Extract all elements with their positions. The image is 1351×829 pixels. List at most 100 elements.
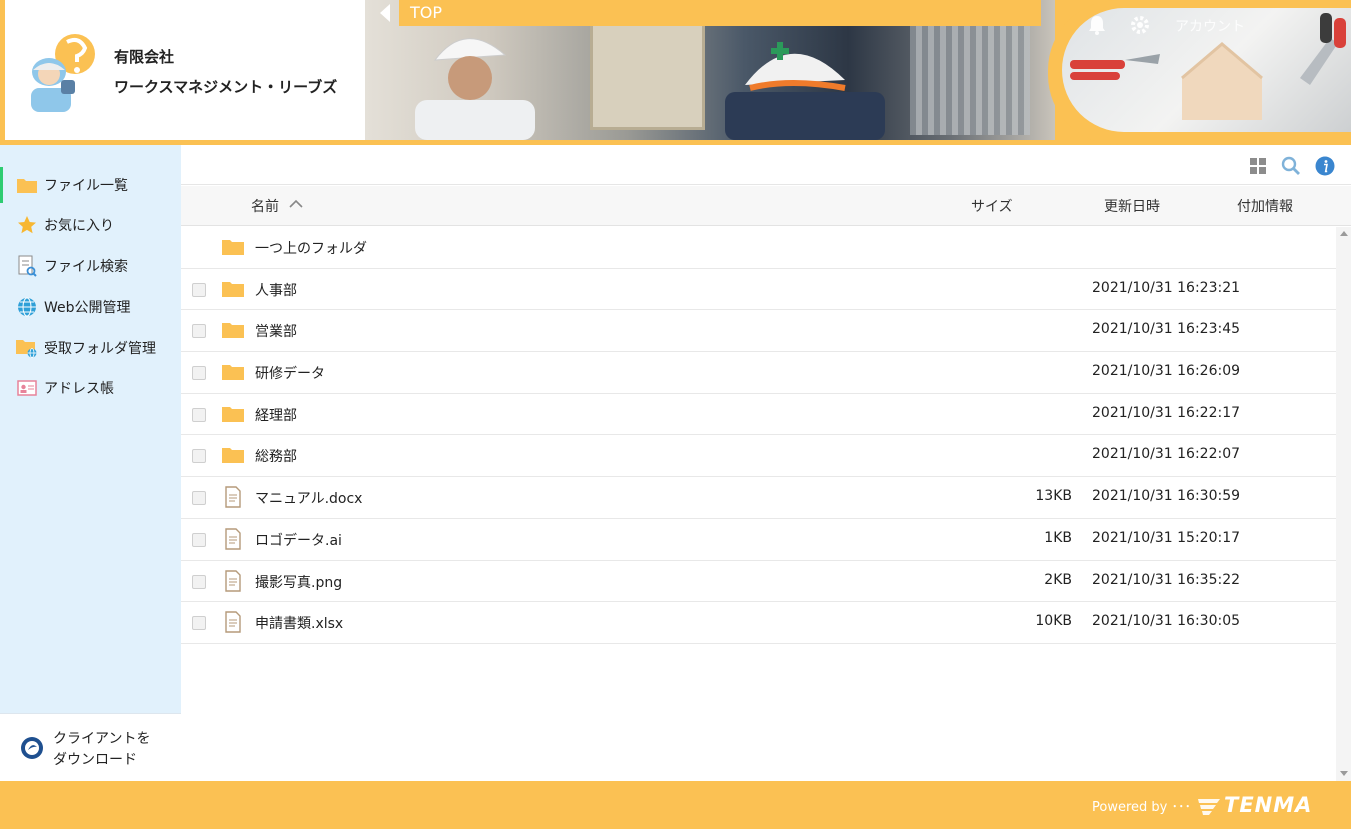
file-name: 営業部 bbox=[255, 324, 297, 341]
table-row[interactable]: 経理部 2021/10/31 16:22:17 bbox=[181, 393, 1336, 436]
document-icon bbox=[225, 611, 241, 633]
row-checkbox[interactable] bbox=[192, 449, 206, 464]
file-modified-date: 2021/10/31 16:30:05 bbox=[1092, 613, 1241, 630]
address-book-icon bbox=[16, 377, 38, 399]
sidebar-item-label: アドレス帳 bbox=[44, 381, 114, 397]
file-name: マニュアル.docx bbox=[255, 491, 363, 508]
sidebar-item-file-search[interactable]: ファイル検索 bbox=[0, 248, 181, 284]
sidebar-item-label: お気に入り bbox=[44, 218, 114, 234]
sidebar-item-label: Web公開管理 bbox=[44, 300, 131, 316]
file-modified-date: 2021/10/31 16:22:07 bbox=[1092, 446, 1241, 463]
tenma-brand: TENMA bbox=[1224, 793, 1313, 817]
file-table-header: 名前 サイズ 更新日時 付加情報 bbox=[181, 186, 1351, 226]
globe-icon bbox=[16, 296, 38, 318]
breaker-panel-photo bbox=[590, 20, 705, 130]
company-logo-area: 有限会社 ワークスマネジメント・リーブズ bbox=[5, 0, 365, 140]
account-menu-label[interactable]: アカウント bbox=[1175, 16, 1245, 36]
grid-view-icon[interactable] bbox=[1248, 156, 1268, 176]
row-checkbox[interactable] bbox=[192, 366, 206, 381]
table-row[interactable]: マニュアル.docx 13KB 2021/10/31 16:30:59 bbox=[181, 477, 1336, 519]
row-checkbox[interactable] bbox=[192, 282, 206, 297]
scroll-down-arrow-icon[interactable] bbox=[1340, 771, 1348, 776]
electrician-photo-icon bbox=[415, 38, 535, 140]
table-row[interactable]: 総務部 2021/10/31 16:22:07 bbox=[181, 435, 1336, 478]
file-name: 経理部 bbox=[255, 407, 297, 424]
electrician-helmet-photo-icon bbox=[725, 42, 885, 140]
worker-mascot-icon bbox=[31, 34, 95, 112]
file-search-icon bbox=[16, 255, 38, 277]
sidebar-item-label: ファイル一覧 bbox=[44, 178, 128, 194]
footer: Powered by ･･･ TENMA bbox=[0, 781, 1351, 829]
sidebar-item-address-book[interactable]: アドレス帳 bbox=[0, 370, 181, 406]
folder-icon bbox=[222, 448, 244, 464]
file-modified-date: 2021/10/31 16:35:22 bbox=[1092, 571, 1241, 588]
column-extra-header[interactable]: 付加情報 bbox=[1237, 196, 1293, 216]
sidebar-item-web-publish[interactable]: Web公開管理 bbox=[0, 289, 181, 325]
column-size-header[interactable]: サイズ bbox=[971, 196, 1013, 216]
file-size: 2KB bbox=[1044, 571, 1072, 588]
table-row-parent-folder[interactable]: 一つ上のフォルダ bbox=[181, 227, 1336, 269]
folder-icon bbox=[222, 365, 244, 381]
sidebar: ファイル一覧 お気に入り ファイル検索 Web公開管理 受取フォルダ管理 アドレ… bbox=[0, 145, 181, 781]
document-icon bbox=[225, 528, 241, 550]
bell-icon[interactable] bbox=[1086, 14, 1108, 36]
gear-icon[interactable] bbox=[1129, 14, 1151, 36]
table-row[interactable]: 撮影写真.png 2KB 2021/10/31 16:35:22 bbox=[181, 560, 1336, 603]
folder-icon bbox=[222, 240, 244, 255]
file-size: 13KB bbox=[1035, 488, 1072, 505]
search-icon[interactable] bbox=[1281, 156, 1301, 176]
scroll-up-arrow-icon[interactable] bbox=[1340, 231, 1348, 236]
row-checkbox[interactable] bbox=[192, 574, 206, 589]
file-modified-date: 2021/10/31 16:23:45 bbox=[1092, 321, 1241, 338]
row-checkbox[interactable] bbox=[192, 324, 206, 339]
table-row[interactable]: 人事部 2021/10/31 16:23:21 bbox=[181, 268, 1336, 311]
file-name: 撮影写真.png bbox=[255, 574, 343, 591]
client-download-label-line2: ダウンロード bbox=[53, 752, 137, 768]
client-download-button[interactable]: クライアントを ダウンロード bbox=[0, 713, 181, 781]
table-row[interactable]: ロゴデータ.ai 1KB 2021/10/31 15:20:17 bbox=[181, 518, 1336, 561]
company-name: ワークスマネジメント・リーブズ bbox=[114, 78, 338, 96]
column-modified-header[interactable]: 更新日時 bbox=[1104, 196, 1160, 216]
row-checkbox[interactable] bbox=[192, 491, 206, 506]
row-checkbox[interactable] bbox=[192, 407, 206, 422]
folder-icon bbox=[16, 174, 38, 196]
breadcrumb-top-link[interactable]: TOP bbox=[410, 3, 442, 22]
file-modified-date: 2021/10/31 16:22:17 bbox=[1092, 404, 1241, 421]
star-icon bbox=[16, 214, 38, 236]
breadcrumb-bar bbox=[399, 0, 1041, 26]
breadcrumb-back-icon[interactable] bbox=[380, 4, 390, 22]
sidebar-item-receive-folder[interactable]: 受取フォルダ管理 bbox=[0, 330, 181, 366]
row-checkbox[interactable] bbox=[192, 532, 206, 547]
cutter-photo-icon bbox=[1300, 13, 1346, 85]
header: 有限会社 ワークスマネジメント・リーブズ TOP アカウント bbox=[0, 0, 1351, 145]
sidebar-item-favorites[interactable]: お気に入り bbox=[0, 207, 181, 243]
file-modified-date: 2021/10/31 15:20:17 bbox=[1092, 529, 1241, 546]
sort-ascending-icon[interactable] bbox=[289, 199, 303, 209]
pliers-photo-icon bbox=[1070, 54, 1160, 80]
wooden-house-photo-icon bbox=[1181, 42, 1263, 120]
folder-icon bbox=[222, 406, 244, 422]
file-modified-date: 2021/10/31 16:23:21 bbox=[1092, 279, 1241, 296]
table-row[interactable]: 申請書類.xlsx 10KB 2021/10/31 16:30:05 bbox=[181, 602, 1336, 644]
file-table-body: 一つ上のフォルダ 人事部 2021/10/31 16:23:21 営業部 202… bbox=[181, 227, 1336, 644]
column-name-header[interactable]: 名前 bbox=[251, 196, 279, 216]
document-icon bbox=[225, 569, 241, 592]
sidebar-item-label: 受取フォルダ管理 bbox=[44, 341, 156, 357]
file-size: 10KB bbox=[1035, 613, 1072, 630]
file-name: 人事部 bbox=[255, 282, 297, 299]
sidebar-item-file-list[interactable]: ファイル一覧 bbox=[0, 167, 181, 203]
file-name: ロゴデータ.ai bbox=[255, 532, 342, 549]
document-icon bbox=[225, 486, 241, 508]
table-row[interactable]: 営業部 2021/10/31 16:23:45 bbox=[181, 310, 1336, 353]
file-list-scrollbar[interactable] bbox=[1336, 227, 1351, 781]
folder-icon bbox=[222, 323, 244, 339]
main-toolbar bbox=[181, 145, 1351, 185]
table-row[interactable]: 研修データ 2021/10/31 16:26:09 bbox=[181, 352, 1336, 394]
sidebar-item-label: ファイル検索 bbox=[44, 259, 128, 275]
info-icon[interactable] bbox=[1315, 156, 1335, 176]
file-modified-date: 2021/10/31 16:26:09 bbox=[1092, 363, 1241, 380]
company-type-label: 有限会社 bbox=[114, 48, 175, 66]
folder-globe-icon bbox=[16, 337, 38, 359]
row-checkbox[interactable] bbox=[192, 616, 206, 631]
client-app-icon bbox=[21, 737, 43, 759]
